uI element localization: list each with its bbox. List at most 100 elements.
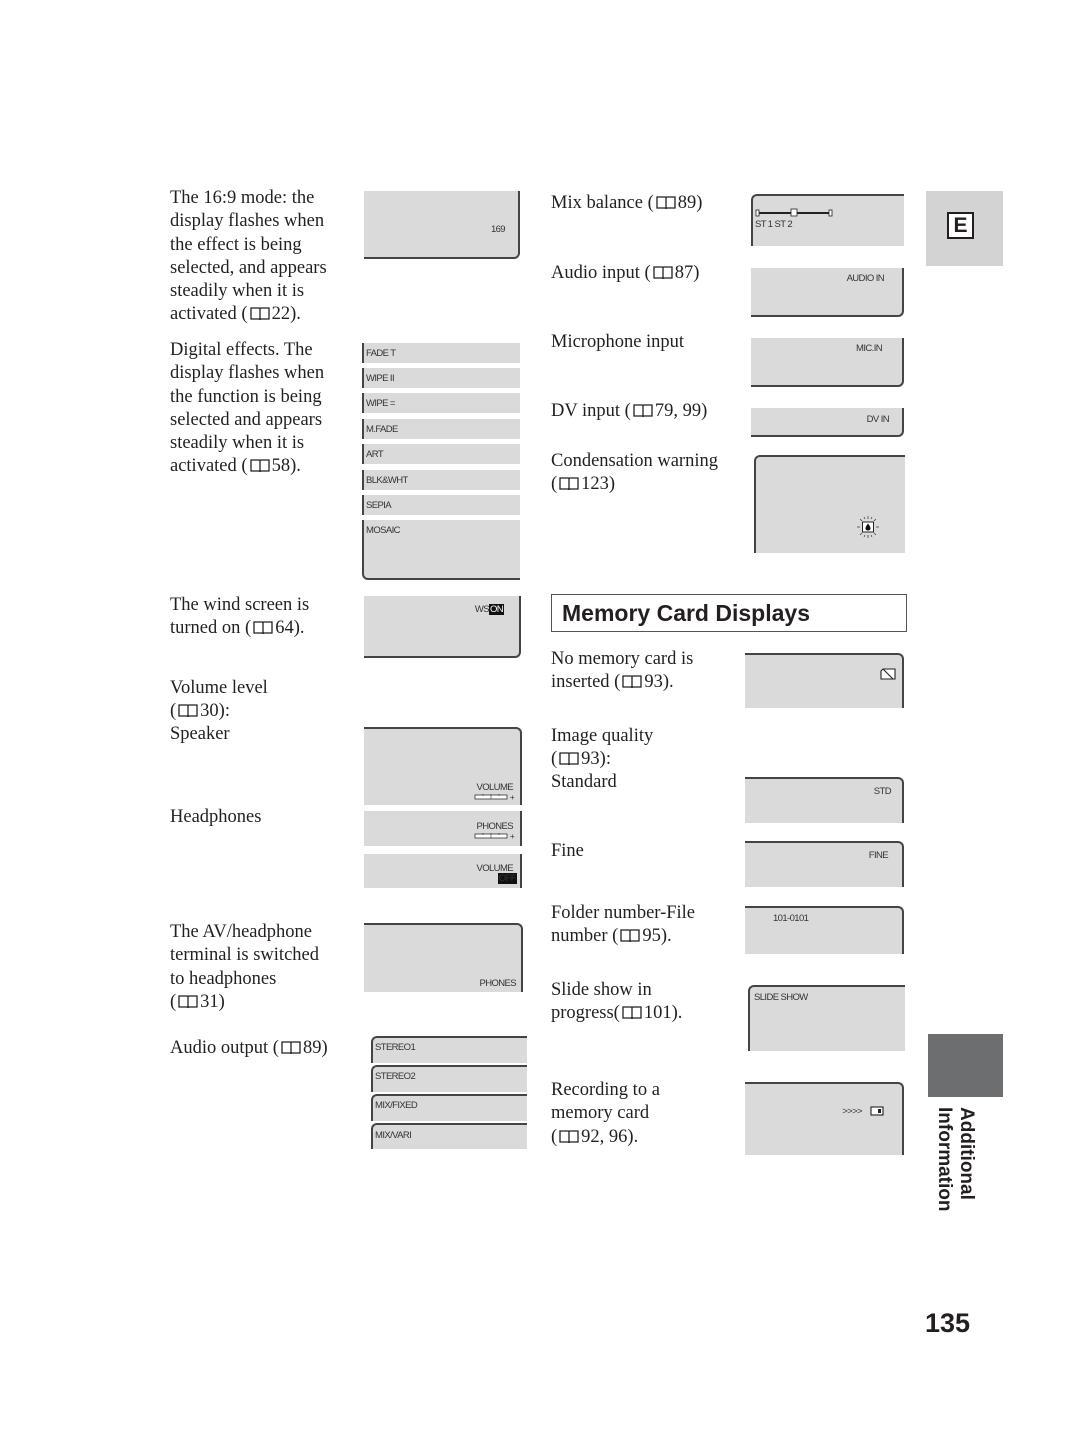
display-label: 169 — [490, 224, 506, 235]
description-text: Audio output ( — [170, 1038, 279, 1058]
language-tab: E — [926, 191, 1003, 266]
display-wind-screen: WSON — [364, 596, 521, 658]
display-mosaic: MOSAIC — [362, 520, 520, 580]
section-label-information: Information — [934, 1107, 955, 1212]
display-label: ART — [366, 449, 384, 460]
display-blk-wht: BLK&WHT — [362, 470, 520, 490]
display-fade-t: FADE T — [362, 343, 520, 363]
display-label: SLIDE SHOW — [754, 992, 808, 1003]
display-label: WIPE II — [366, 373, 395, 384]
fine-label: Fine — [551, 841, 584, 861]
display-label: PHONES — [479, 978, 516, 989]
book-reference-icon — [559, 477, 579, 491]
display-no-card — [745, 653, 904, 708]
headphones-label: Headphones — [170, 807, 262, 827]
book-reference-icon — [178, 704, 198, 718]
svg-text:+: + — [510, 793, 515, 801]
book-reference-icon — [253, 621, 273, 635]
recording-description: Recording to a memory card (92, 96). — [551, 1079, 660, 1149]
condensation-description: Condensation warning (123) — [551, 450, 718, 497]
page-reference: 95). — [642, 926, 672, 947]
section-heading: Memory Card Displays — [551, 594, 907, 632]
off-indicator: OFF — [497, 873, 517, 884]
display-wipe-horizontal: WIPE = — [362, 393, 520, 413]
book-reference-icon — [622, 675, 643, 689]
no-card-description: No memory card is inserted (93). — [551, 648, 693, 695]
recording-progress-indicator: >>>> — [842, 1106, 862, 1117]
display-std: STD — [745, 777, 904, 823]
display-label: WIPE = — [366, 398, 395, 409]
display-label: SEPIA — [366, 500, 392, 511]
condensation-warning-icon — [857, 516, 879, 538]
page-reference: 87) — [674, 263, 700, 283]
description-text: The 16:9 mode: the display flashes when … — [170, 188, 327, 325]
page-reference: 123) — [581, 474, 616, 495]
display-label: STEREO2 — [375, 1071, 416, 1082]
section-side-label: Additional Information — [928, 1105, 977, 1220]
svg-text:+: + — [510, 832, 515, 840]
display-label: BLK&WHT — [366, 475, 408, 486]
page-reference: 93). — [644, 672, 674, 693]
book-reference-icon — [249, 459, 270, 473]
audio-input-description: Audio input (87) — [551, 262, 699, 285]
display-art: ART — [362, 444, 520, 464]
book-reference-icon — [653, 266, 673, 279]
section-tab-marker — [928, 1034, 1003, 1097]
book-reference-icon — [178, 995, 198, 1008]
section-label-additional: Additional — [956, 1107, 977, 1200]
display-label: 101-0101 — [773, 913, 809, 924]
display-label: ST 1 ST 2 — [755, 219, 793, 230]
book-reference-icon — [249, 307, 270, 321]
display-slide-show: SLIDE SHOW — [748, 985, 905, 1051]
description-text: Digital effects. The display flashes whe… — [170, 340, 325, 477]
digital-effects-description: Digital effects. The display flashes whe… — [170, 339, 324, 479]
display-label: STEREO1 — [375, 1042, 416, 1053]
display-label: STD — [873, 786, 892, 797]
book-reference-icon — [559, 1129, 579, 1143]
image-quality-description: Image quality (93): — [551, 725, 653, 772]
display-label: DV IN — [866, 414, 890, 425]
no-card-icon — [880, 668, 896, 680]
mode169-description: The 16:9 mode: the display flashes when … — [170, 187, 327, 327]
book-reference-icon — [281, 1041, 301, 1054]
ws-text: WS — [474, 604, 490, 615]
mix-balance-description: Mix balance ( 89) — [551, 192, 702, 215]
display-label: MIX/VARI — [375, 1130, 412, 1141]
description-text: Mix balance ( — [551, 193, 654, 213]
page-reference: 31) — [200, 991, 225, 1012]
display-mix-balance: ST 1 ST 2 — [751, 194, 904, 246]
standard-label: Standard — [551, 772, 617, 792]
display-speaker-volume: VOLUME + — [364, 727, 522, 805]
book-reference-icon — [620, 929, 640, 943]
display-mix-fixed: MIX/FIXED — [371, 1094, 527, 1121]
book-reference-icon — [559, 752, 579, 766]
display-label: AUDIO IN — [846, 273, 885, 284]
display-169: 169 — [364, 191, 520, 259]
display-dv-in: DV IN — [751, 408, 904, 437]
volume-bar-icon: + — [474, 832, 515, 840]
audio-output-description: Audio output (89) — [170, 1037, 328, 1060]
page-reference: 58). — [271, 456, 301, 477]
display-stereo1: STEREO1 — [371, 1036, 527, 1063]
slide-show-description: Slide show in progress(101). — [551, 979, 682, 1026]
display-m-fade: M.FADE — [362, 419, 520, 439]
display-label: PHONES — [476, 821, 513, 832]
display-label: MIX/FIXED — [375, 1100, 418, 1111]
book-reference-icon — [633, 404, 653, 417]
display-mix-vari: MIX/VARI — [371, 1123, 527, 1149]
memory-card-icon — [870, 1106, 884, 1116]
display-label: FINE — [868, 850, 889, 861]
display-label: FADE T — [366, 348, 396, 359]
display-label: VOLUME — [476, 782, 513, 793]
display-fine: FINE — [745, 841, 904, 887]
display-audio-in: AUDIO IN — [751, 268, 904, 317]
page-reference: 64). — [275, 618, 305, 639]
display-label: MIC.IN — [856, 343, 883, 354]
language-tab-label: E — [947, 212, 974, 239]
page-reference: 89) — [677, 193, 703, 213]
folder-file-description: Folder number-File number (95). — [551, 902, 695, 949]
display-condensation — [754, 455, 905, 553]
page-reference: 30): — [200, 701, 230, 722]
av-headphone-description: The AV/headphone terminal is switched to… — [170, 921, 319, 1014]
volume-level-description: Volume level (30): — [170, 677, 268, 724]
